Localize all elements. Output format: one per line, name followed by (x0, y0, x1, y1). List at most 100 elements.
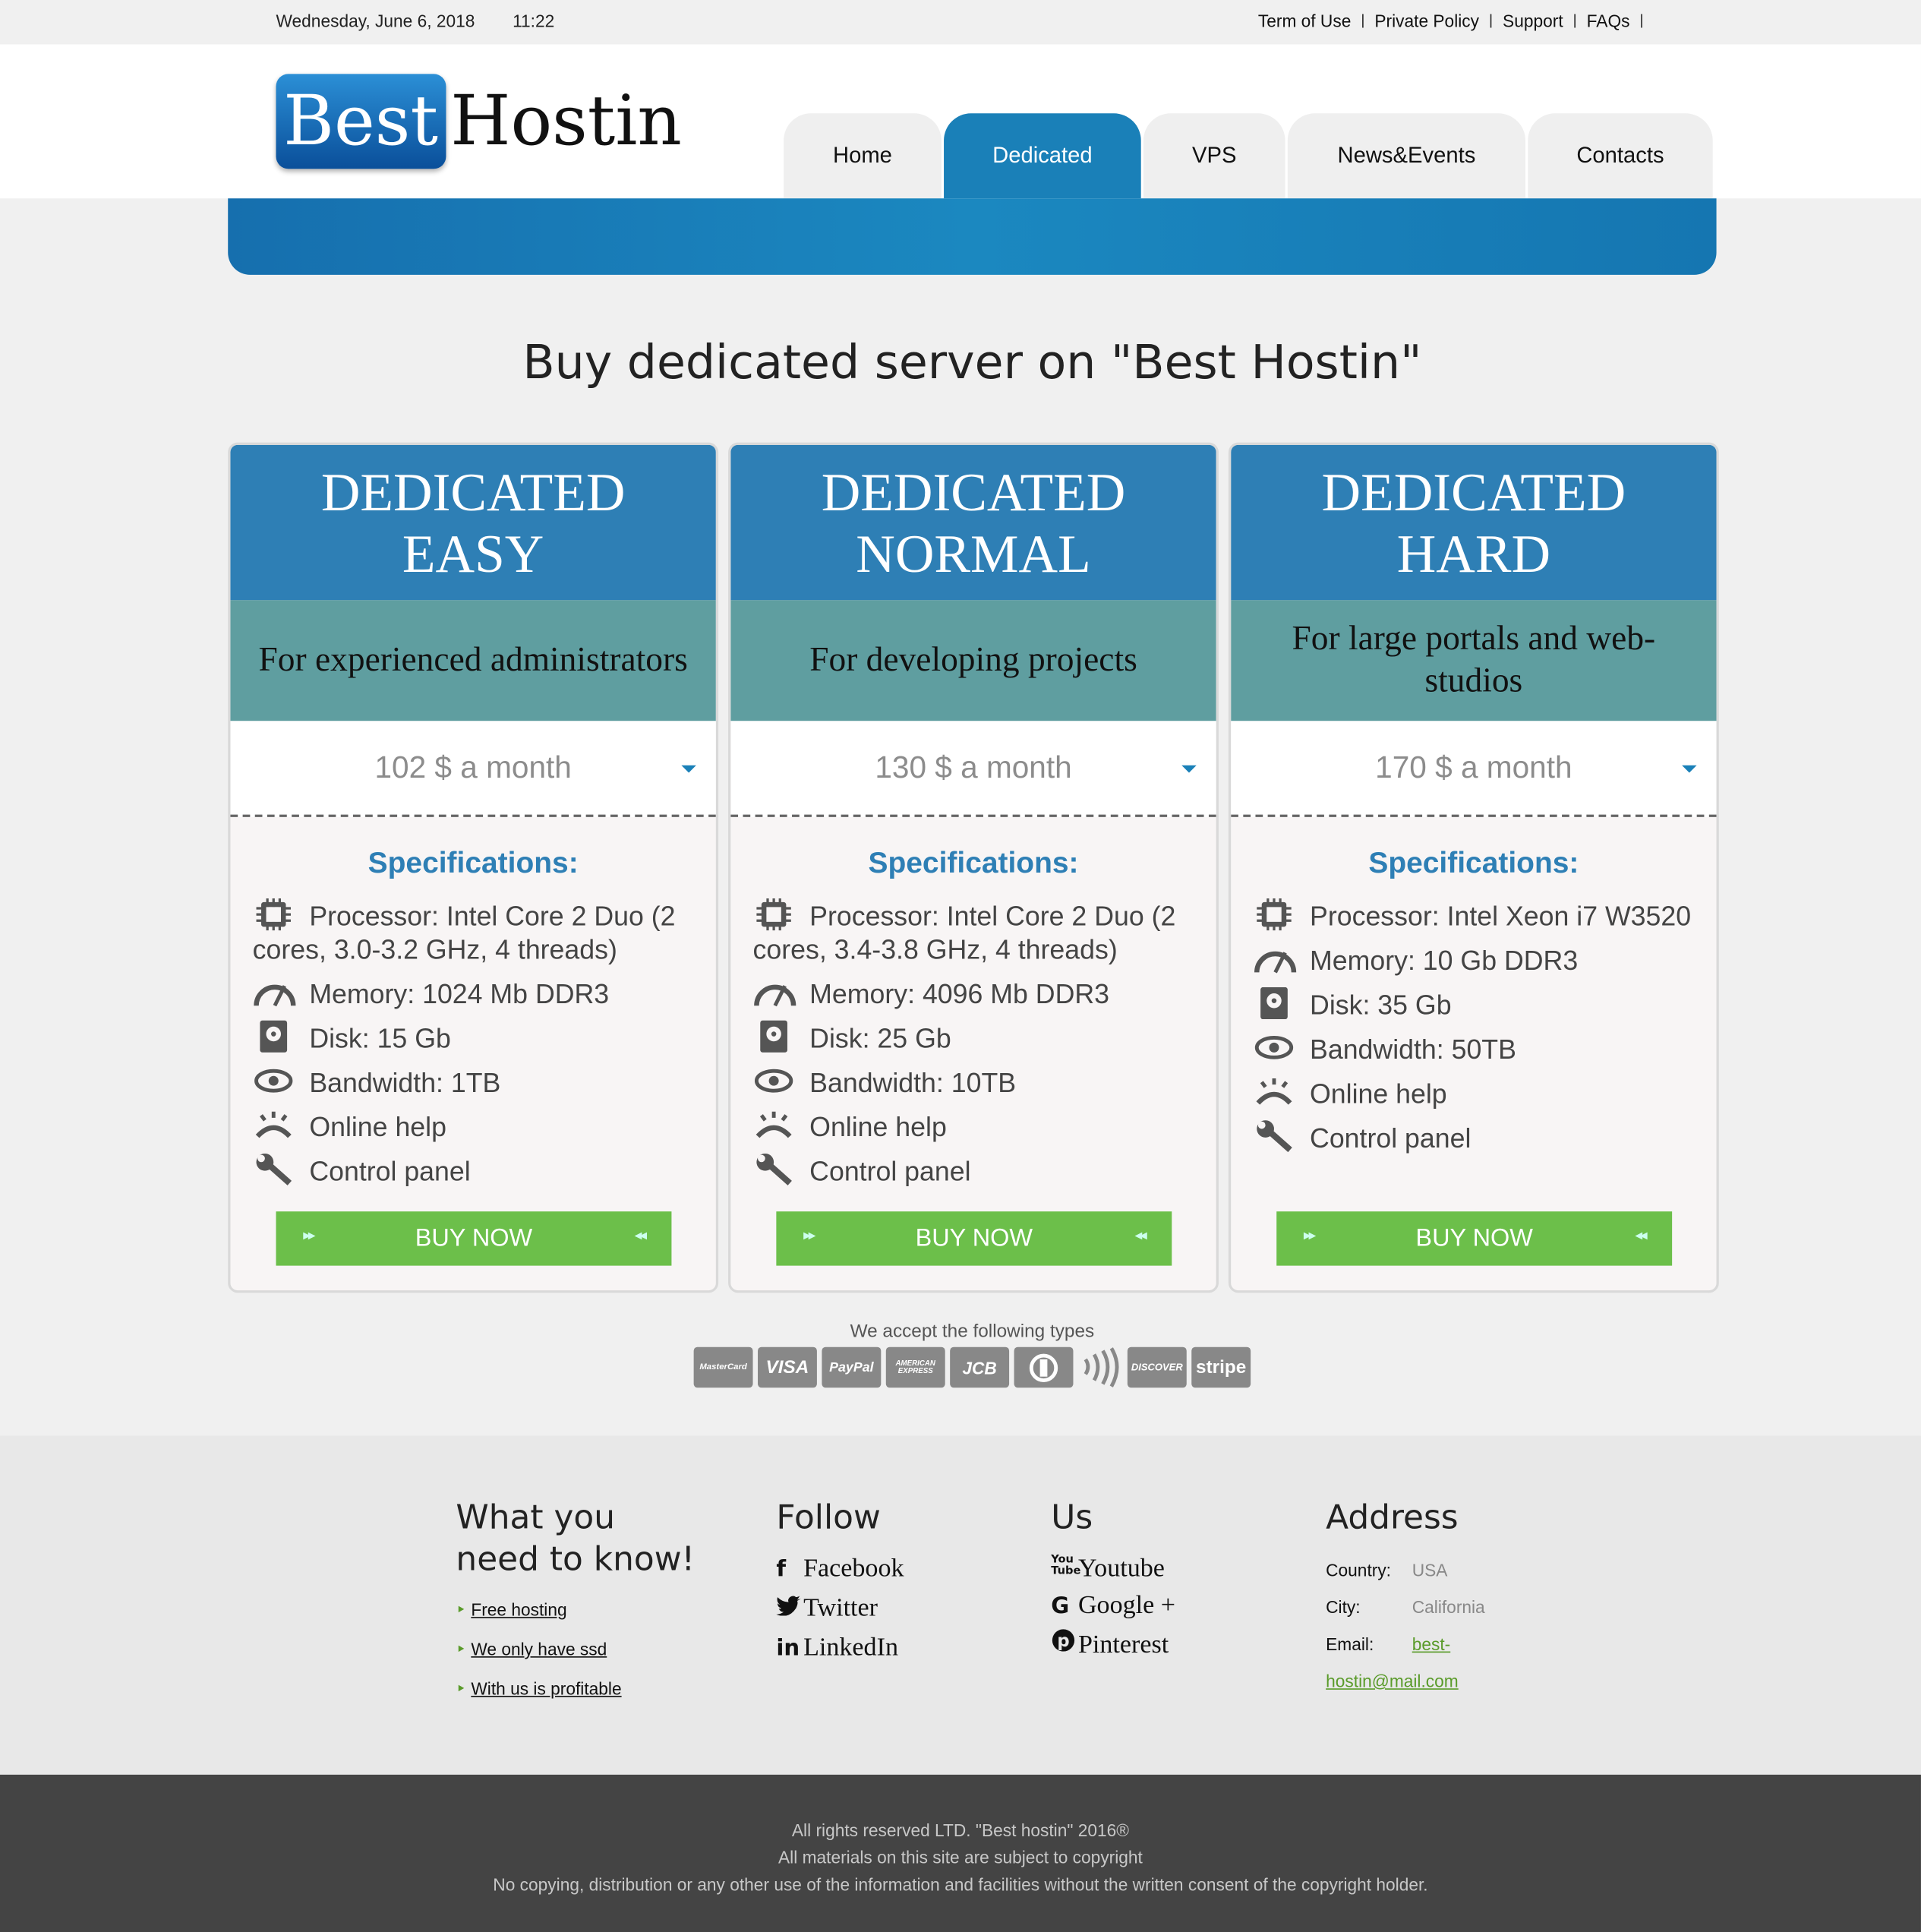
support-link[interactable]: Support (1503, 11, 1563, 31)
copyright-line-2: All materials on this site are subject t… (778, 1847, 1143, 1867)
spec-bandwidth: Bandwidth: 50TB (1253, 1031, 1694, 1065)
logo-badge: Best (276, 74, 446, 169)
spec-bandwidth-text: Bandwidth: 1TB (309, 1067, 501, 1098)
spec-disk: Disk: 25 Gb (753, 1020, 1194, 1055)
amex-icon: AMERICAN EXPRESS (885, 1346, 945, 1388)
address-country: Country: USA (1326, 1552, 1523, 1589)
separator: | (1572, 11, 1577, 29)
plan-name-line2: EASY (402, 523, 544, 585)
spec-list: Processor: Intel Xeon i7 W3520 Memory: 1… (1253, 898, 1694, 1155)
spec-title: Specifications: (1368, 846, 1579, 880)
page-title: Buy dedicated server on "Best Hostin" (522, 335, 1422, 390)
footer-know-links: Free hosting We only have ssd With us is… (456, 1599, 702, 1699)
spec-disk: Disk: 35 Gb (1253, 987, 1694, 1021)
buy-now-button[interactable]: ▸▸ BUY NOW ◂◂ (776, 1211, 1172, 1266)
city-label: City: (1326, 1597, 1361, 1618)
spec-memory-text: Memory: 1024 Mb DDR3 (309, 978, 610, 1010)
nav-tab-vps[interactable]: VPS (1143, 113, 1285, 199)
payment-cards: MasterCard VISA PayPal AMERICAN EXPRESS … (0, 1346, 1921, 1388)
jcb-icon: JCB (950, 1346, 1010, 1388)
header: Best Hostin Home Dedicated VPS News&Even… (0, 44, 1921, 199)
profitable-link[interactable]: With us is profitable (456, 1678, 702, 1700)
plan-name-line1: DEDICATED (1321, 462, 1626, 523)
spec-disk-text: Disk: 35 Gb (1310, 990, 1452, 1021)
spec-disk: Disk: 15 Gb (253, 1020, 694, 1055)
visa-icon: VISA (758, 1346, 817, 1388)
buy-now-label: BUY NOW (415, 1224, 533, 1252)
wrench-icon (256, 1153, 292, 1185)
youtube-label: Youtube (1077, 1552, 1165, 1583)
disk-icon (260, 1020, 288, 1053)
buy-now-button[interactable]: ▸▸ BUY NOW ◂◂ (1276, 1211, 1673, 1266)
spec-title: Specifications: (868, 846, 1079, 880)
separator: | (1489, 11, 1494, 29)
separator: | (1361, 11, 1365, 29)
youtube-link[interactable]: You TubeYoutube (1051, 1549, 1175, 1586)
plan-name-line2: NORMAL (856, 523, 1091, 585)
privacy-link[interactable]: Private Policy (1374, 11, 1479, 31)
spec-bandwidth-text: Bandwidth: 10TB (809, 1067, 1017, 1098)
address-email: Email: best-hostin@mail.com (1326, 1625, 1523, 1699)
bandwidth-icon (1254, 1035, 1294, 1059)
youtube-icon: You Tube (1051, 1554, 1081, 1578)
facebook-link[interactable]: f Facebook (776, 1549, 904, 1589)
buy-now-label: BUY NOW (1415, 1224, 1533, 1252)
spec-processor-text: Processor: Intel Xeon i7 W3520 (1310, 901, 1692, 932)
top-bar: Wednesday, June 6, 2018 11:22 Term of Us… (0, 0, 1921, 45)
spec-memory: Memory: 4096 Mb DDR3 (753, 976, 1194, 1010)
spec-panel-text: Control panel (309, 1156, 471, 1187)
plan-card-normal: DEDICATED NORMAL For developing projects… (728, 442, 1219, 1293)
footer-know-title: What you need to know! (456, 1498, 696, 1579)
spec-processor-text: Processor: Intel Core 2 Duo (2 cores, 3.… (752, 901, 1176, 965)
spec-processor: Processor: Intel Core 2 Duo (2 cores, 3.… (753, 898, 1194, 966)
plan-price-select[interactable]: 130 $ a month (730, 721, 1216, 817)
twitter-link[interactable]: Twitter (776, 1589, 904, 1628)
support-icon (1256, 1078, 1292, 1105)
spec-memory-text: Memory: 10 Gb DDR3 (1310, 945, 1579, 977)
nav-tab-contacts[interactable]: Contacts (1528, 113, 1713, 199)
site-logo[interactable]: Best Hostin (276, 74, 682, 169)
plan-name-line1: DEDICATED (320, 462, 626, 523)
plan-card-easy: DEDICATED EASY For experienced administr… (228, 442, 719, 1293)
buy-now-button[interactable]: ▸▸ BUY NOW ◂◂ (276, 1211, 672, 1266)
footer-us-column: Us You TubeYoutube G Google + p Pinterest (1051, 1498, 1175, 1665)
plan-price: 170 $ a month (1375, 750, 1572, 784)
faqs-link[interactable]: FAQs (1587, 11, 1630, 31)
nav-banner (228, 198, 1717, 275)
free-hosting-link[interactable]: Free hosting (456, 1599, 702, 1621)
chevron-down-icon (681, 765, 696, 773)
plan-price-select[interactable]: 102 $ a month (230, 721, 716, 817)
plan-header: DEDICATED NORMAL (730, 444, 1216, 601)
spec-title: Specifications: (367, 846, 579, 880)
copyright-line-1: All rights reserved LTD. "Best hostin" 2… (791, 1820, 1130, 1840)
contactless-icon (1078, 1347, 1122, 1388)
spec-memory: Memory: 10 Gb DDR3 (1253, 942, 1694, 977)
double-arrow-right-icon: ▸▸ (303, 1226, 315, 1244)
plan-name-line2: HARD (1396, 523, 1551, 585)
google-plus-link[interactable]: G Google + (1051, 1586, 1175, 1626)
address-block: Country: USA City: California Email: best-h… (1326, 1552, 1523, 1700)
spec-memory-text: Memory: 4096 Mb DDR3 (809, 978, 1110, 1010)
ssd-link[interactable]: We only have ssd (456, 1639, 702, 1660)
plan-price-select[interactable]: 170 $ a month (1231, 721, 1717, 817)
plan-card-hard: DEDICATED HARD For large portals and web… (1228, 442, 1719, 1293)
pinterest-label: Pinterest (1077, 1629, 1169, 1659)
twitter-label: Twitter (803, 1592, 878, 1622)
plans-list: DEDICATED EASY For experienced administr… (228, 442, 1719, 1293)
spec-disk-text: Disk: 25 Gb (809, 1022, 951, 1054)
linkedin-link[interactable]: in LinkedIn (776, 1628, 904, 1668)
nav-tab-news-events[interactable]: News&Events (1287, 113, 1526, 199)
terms-link[interactable]: Term of Use (1258, 11, 1351, 31)
gauge-icon (754, 984, 796, 1007)
double-arrow-right-icon: ▸▸ (1303, 1226, 1316, 1244)
pinterest-link[interactable]: p Pinterest (1051, 1625, 1175, 1665)
follow-links: f Facebook Twitter in LinkedIn (776, 1549, 904, 1668)
nav-tab-home[interactable]: Home (784, 113, 942, 199)
copyright-line-3: No copying, distribution or any other us… (493, 1874, 1428, 1895)
spec-panel: Control panel (253, 1153, 694, 1188)
footer-address-column: Address Country: USA City: California Emai… (1326, 1498, 1523, 1700)
paypal-icon: PayPal (822, 1346, 882, 1388)
nav-tab-dedicated[interactable]: Dedicated (944, 113, 1141, 199)
logo-text-hostin: Hostin (450, 80, 682, 161)
support-icon (755, 1111, 792, 1138)
